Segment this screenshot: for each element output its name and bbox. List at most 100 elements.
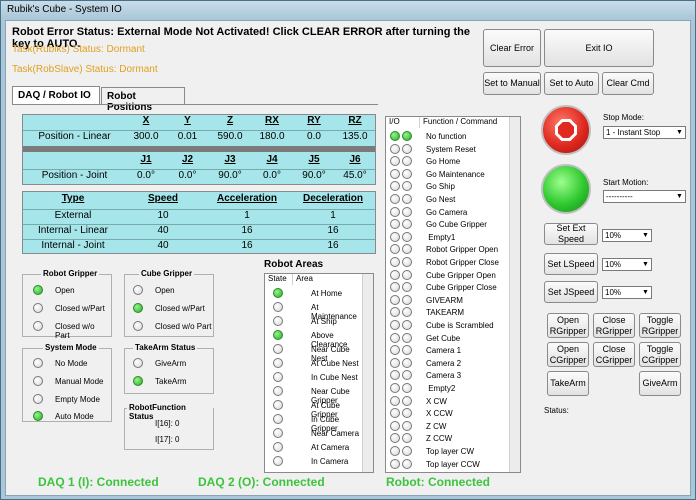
linear-rz-value: 135.0 <box>342 131 368 142</box>
robot-gripper-option: Closed w/o Part <box>55 322 95 340</box>
cube-gripper-option: Open <box>155 286 175 295</box>
close-rgripper-button[interactable]: Close RGripper <box>593 313 635 338</box>
jspeed-select[interactable]: 10% ▼ <box>602 286 652 299</box>
output-indicator[interactable] <box>402 307 412 318</box>
robot-gripper-closed-part-indicator <box>33 303 43 313</box>
joint-value-row: Position - Joint 0.0° 0.0° 90.0° 0.0° 90… <box>23 169 375 183</box>
tab-daq-robot-io[interactable]: DAQ / Robot IO <box>12 86 100 104</box>
close-cgripper-button[interactable]: Close CGripper <box>593 342 635 367</box>
input-indicator <box>390 357 400 368</box>
io-row: TAKEARM <box>386 306 510 318</box>
io-function-label: Z CW <box>426 421 447 431</box>
header-j3: J3 <box>224 154 236 165</box>
stop-octagon-icon <box>555 119 577 141</box>
io-scrollbar[interactable] <box>509 117 520 472</box>
output-indicator[interactable] <box>402 294 412 305</box>
set-ext-speed-button[interactable]: Set Ext Speed <box>544 223 598 245</box>
output-indicator[interactable] <box>402 320 412 330</box>
output-indicator[interactable] <box>402 168 412 179</box>
takearm-button[interactable]: TakeArm <box>547 371 589 396</box>
output-indicator[interactable] <box>402 257 412 267</box>
set-jspeed-button[interactable]: Set JSpeed <box>544 281 598 303</box>
output-indicator[interactable] <box>402 408 412 419</box>
system-mode-option: Manual Mode <box>55 377 104 386</box>
open-cgripper-button[interactable]: Open CGripper <box>547 342 589 367</box>
toggle-cgripper-button[interactable]: Toggle CGripper <box>639 342 681 367</box>
stop-mode-value: 1 - Instant Stop <box>606 128 661 137</box>
speed-header-deceleration: Deceleration <box>302 193 364 204</box>
givearm-button[interactable]: GiveArm <box>639 371 681 396</box>
area-state-indicator <box>273 456 283 466</box>
set-to-auto-button[interactable]: Set to Auto <box>544 72 599 95</box>
area-state-indicator <box>273 386 283 396</box>
robot-function-status-group: RobotFunction Status I[16]: 0 I[17]: 0 <box>124 403 214 450</box>
daq2-status: DAQ 2 (O): Connected <box>198 475 325 489</box>
output-indicator[interactable] <box>402 156 412 167</box>
output-indicator[interactable] <box>402 131 412 141</box>
io-function-label: Get Cube <box>426 333 461 343</box>
output-indicator[interactable] <box>402 383 412 393</box>
robot-gripper-title: Robot Gripper <box>41 269 100 278</box>
output-indicator[interactable] <box>402 357 412 368</box>
io-function-label: Z CCW <box>426 434 453 444</box>
output-indicator[interactable] <box>402 332 412 343</box>
stop-button[interactable] <box>541 105 591 155</box>
output-indicator[interactable] <box>402 219 412 230</box>
output-indicator[interactable] <box>402 420 412 431</box>
output-indicator[interactable] <box>402 244 412 255</box>
output-indicator[interactable] <box>402 282 412 293</box>
output-indicator[interactable] <box>402 194 412 204</box>
io-function-label: Top layer CW <box>426 447 475 456</box>
output-indicator[interactable] <box>402 458 412 469</box>
output-indicator[interactable] <box>402 345 412 356</box>
output-indicator[interactable] <box>402 269 412 280</box>
output-indicator[interactable] <box>402 181 412 192</box>
set-to-manual-button[interactable]: Set to Manual <box>483 72 541 95</box>
output-indicator[interactable] <box>402 231 412 242</box>
area-label: At Cube Nest <box>311 359 359 368</box>
output-indicator[interactable] <box>402 395 412 406</box>
clear-cmd-button[interactable]: Clear Cmd <box>602 72 654 95</box>
header-x: X <box>142 115 150 126</box>
joint-j3-value: 90.0° <box>218 170 242 181</box>
input-indicator <box>390 420 400 431</box>
input-indicator <box>390 383 400 393</box>
main-window: Rubik's Cube - System IO Robot Error Sta… <box>0 0 696 500</box>
start-button[interactable] <box>541 164 591 214</box>
input-indicator <box>390 395 400 406</box>
robot-gripper-closed-nopart-indicator <box>33 321 43 331</box>
area-row: Near Cube Gripper <box>265 385 363 405</box>
exit-io-button[interactable]: Exit IO <box>544 29 654 67</box>
takearm-status-group: TakeArm Status GiveArm TakeArm <box>124 343 214 394</box>
stop-mode-select[interactable]: 1 - Instant Stop ▼ <box>603 126 686 139</box>
area-state-indicator <box>273 400 283 410</box>
areas-scrollbar[interactable] <box>362 274 373 472</box>
output-indicator[interactable] <box>402 370 412 381</box>
status-label: Status: <box>544 406 569 415</box>
output-indicator[interactable] <box>402 143 412 154</box>
area-row: In Camera <box>265 455 363 468</box>
input-indicator <box>390 408 400 419</box>
output-indicator[interactable] <box>402 433 412 444</box>
joint-j2-value: 0.0° <box>178 170 197 181</box>
output-indicator[interactable] <box>402 206 412 217</box>
clear-error-button[interactable]: Clear Error <box>483 29 541 67</box>
start-motion-select[interactable]: ---------- ▼ <box>603 190 686 203</box>
joint-j4-value: 0.0° <box>263 170 281 181</box>
robot-gripper-open-indicator <box>33 285 43 295</box>
system-mode-nomode-indicator <box>33 358 43 368</box>
io-function-label: No function <box>426 132 467 141</box>
input-indicator <box>390 231 400 242</box>
output-indicator[interactable] <box>402 446 412 456</box>
lspeed-select[interactable]: 10% ▼ <box>602 258 652 271</box>
set-lspeed-button[interactable]: Set LSpeed <box>544 253 598 275</box>
joint-j5-value: 90.0° <box>302 170 326 181</box>
position-table: X Y Z RX RY RZ Position - Linear 300.0 0… <box>22 114 376 185</box>
speed-row: Internal - Linear 40 16 16 <box>23 224 375 238</box>
linear-x-value: 300.0 <box>133 131 159 142</box>
takearm-option: GiveArm <box>155 359 187 368</box>
open-rgripper-button[interactable]: Open RGripper <box>547 313 589 338</box>
tab-robot-positions[interactable]: Robot Positions <box>101 87 185 113</box>
ext-speed-select[interactable]: 10% ▼ <box>602 229 652 242</box>
toggle-rgripper-button[interactable]: Toggle RGripper <box>639 313 681 338</box>
